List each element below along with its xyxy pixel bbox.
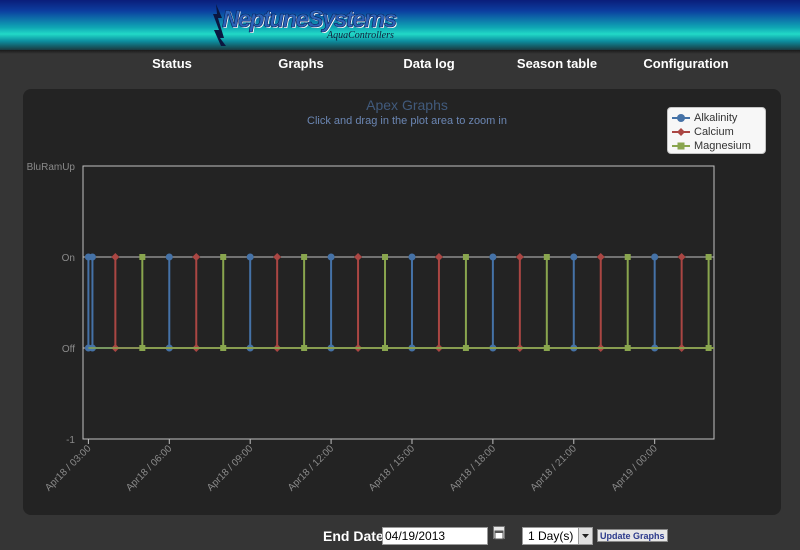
y-axis-labels: BluRamUp On Off -1 [27, 162, 76, 446]
calendar-button[interactable] [493, 526, 505, 540]
chevron-down-icon[interactable] [578, 528, 592, 544]
x-tick-label: Apr18 / 09:00 [205, 443, 256, 494]
calendar-icon [494, 530, 504, 540]
legend-label: Magnesium [694, 140, 751, 152]
data-point [570, 253, 578, 261]
legend-label: Calcium [694, 126, 734, 138]
apex-chart[interactable]: Apex Graphs Click and drag in the plot a… [0, 0, 800, 520]
y-tick-label: BluRamUp [27, 162, 76, 173]
data-point [624, 254, 631, 260]
data-point [462, 254, 469, 260]
data-point [246, 253, 254, 261]
x-tick-label: Apr19 / 00:00 [610, 443, 661, 494]
graph-controls: End Date 1 Day(s) Update Graphs [0, 523, 800, 550]
end-date-label: End Date [323, 528, 384, 544]
y-tick-label: -1 [66, 435, 75, 446]
data-point [220, 254, 227, 260]
data-point [301, 254, 308, 260]
x-tick-label: Apr18 / 15:00 [367, 443, 418, 494]
legend-circle-marker-icon [672, 114, 690, 122]
y-tick-label: On [62, 253, 75, 264]
x-tick-label: Apr18 / 12:00 [286, 443, 337, 494]
data-point [408, 253, 416, 261]
y-tick-label: Off [62, 344, 75, 355]
x-tick-label: Apr18 / 06:00 [124, 443, 175, 494]
x-tick-label: Apr18 / 21:00 [529, 443, 580, 494]
x-axis-labels: Apr18 / 03:00 Apr18 / 06:00 Apr18 / 09:00 A… [43, 443, 660, 494]
data-point [489, 253, 497, 261]
data-point [705, 254, 712, 260]
chart-subtitle: Click and drag in the plot area to zoom … [307, 115, 507, 127]
x-tick-label: Apr18 / 18:00 [448, 443, 499, 494]
data-point [327, 253, 335, 261]
update-graphs-button[interactable]: Update Graphs [597, 529, 668, 542]
range-select-value: 1 Day(s) [528, 529, 574, 543]
data-point [88, 253, 96, 261]
legend-label: Alkalinity [694, 112, 738, 124]
x-tick-label: Apr18 / 03:00 [43, 443, 94, 494]
data-point [139, 254, 146, 260]
chart-title: Apex Graphs [366, 97, 448, 113]
chart-legend: Alkalinity Calcium Magnesium [667, 107, 766, 154]
data-point [165, 253, 173, 261]
legend-diamond-marker-icon [672, 128, 690, 136]
range-select[interactable]: 1 Day(s) [522, 527, 593, 545]
data-point [651, 253, 659, 261]
end-date-input[interactable] [382, 527, 488, 545]
data-point [382, 254, 389, 260]
data-point [543, 254, 550, 260]
legend-square-marker-icon [672, 142, 690, 150]
plot-area[interactable] [82, 165, 715, 440]
